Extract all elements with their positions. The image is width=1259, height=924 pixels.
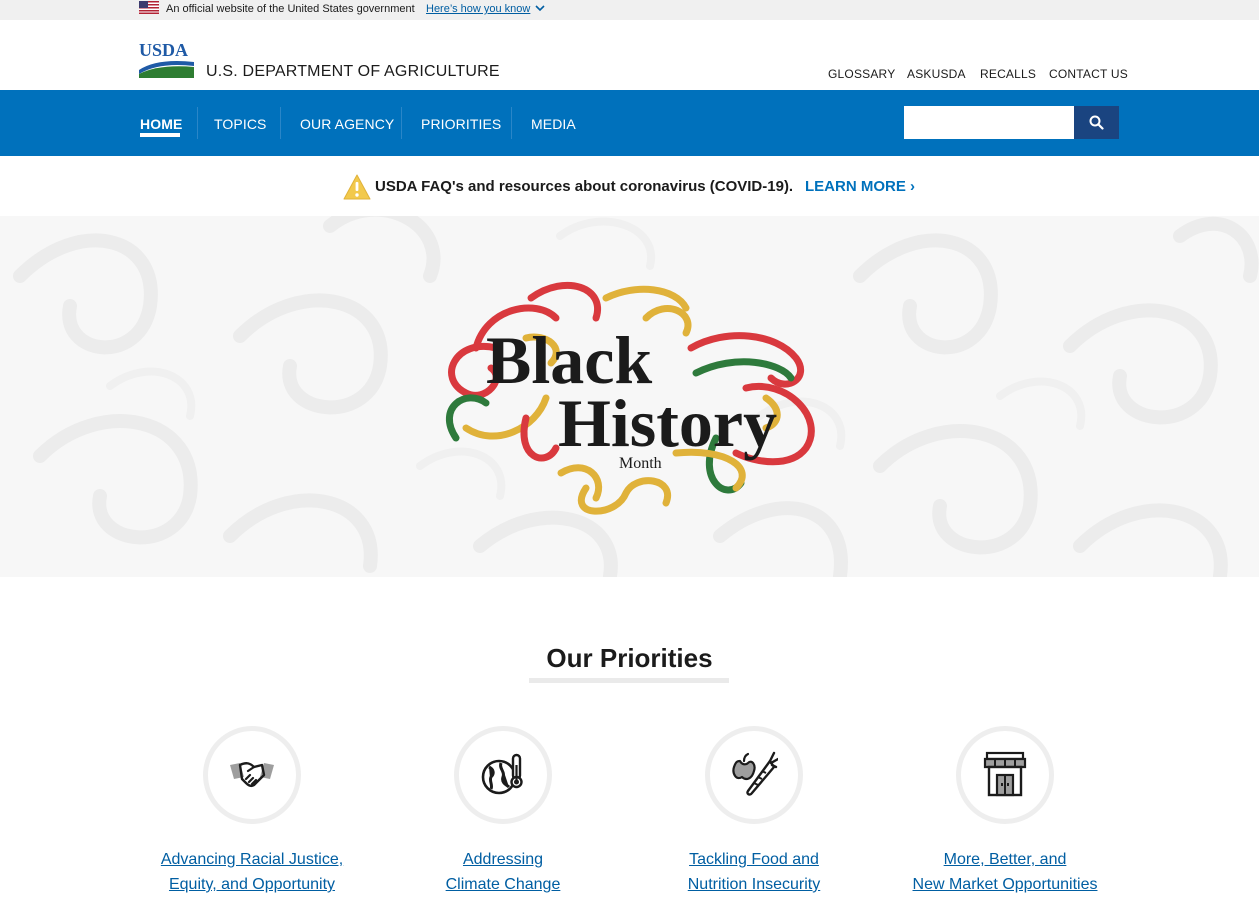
nav-topics[interactable]: TOPICS: [214, 116, 266, 132]
hero-banner[interactable]: Black History Month: [0, 216, 1259, 577]
site-header: USDA U.S. DEPARTMENT OF AGRICULTURE GLOS…: [0, 20, 1259, 90]
nav-divider: [280, 107, 281, 139]
nav-divider: [511, 107, 512, 139]
priority-icon-button[interactable]: [705, 726, 803, 824]
nav-divider: [401, 107, 402, 139]
heres-how-you-know-link[interactable]: Here’s how you know: [426, 3, 530, 15]
gov-banner: An official website of the United States…: [0, 0, 1259, 20]
chevron-down-icon[interactable]: [534, 2, 546, 14]
priority-card-food-nutrition: Tackling Food and Nutrition Insecurity: [629, 726, 879, 906]
priority-link-line: More, Better, and: [943, 851, 1067, 868]
black-history-month-logo: Black History Month: [446, 281, 815, 515]
usda-logo-text: USDA: [139, 40, 188, 60]
priority-link-line: Tackling Food and: [689, 851, 819, 868]
nav-our-agency[interactable]: OUR AGENCY: [300, 116, 394, 132]
us-flag-icon: [139, 1, 159, 14]
priority-link-climate[interactable]: Addressing Climate Change: [378, 847, 628, 897]
priority-link-food-nutrition[interactable]: Tackling Food and Nutrition Insecurity: [629, 847, 879, 897]
search-input[interactable]: [904, 106, 1074, 139]
globe-thermometer-icon: [481, 753, 523, 795]
nav-divider: [197, 107, 198, 139]
priorities-divider: [529, 678, 729, 683]
nav-home[interactable]: HOME: [140, 116, 182, 132]
search-icon: [1089, 115, 1104, 130]
contact-us-link[interactable]: CONTACT US: [1049, 67, 1128, 81]
utility-links: GLOSSARY ASKUSDA RECALLS CONTACT US: [0, 67, 1259, 81]
priorities-title: Our Priorities: [546, 643, 713, 673]
nav-media[interactable]: MEDIA: [531, 116, 576, 132]
bhm-history-text: History: [558, 385, 777, 461]
nav-priorities[interactable]: PRIORITIES: [421, 116, 501, 132]
learn-more-link[interactable]: LEARN MORE ›: [805, 178, 915, 195]
priority-link-line: Nutrition Insecurity: [687, 876, 821, 893]
priority-link-racial-justice[interactable]: Advancing Racial Justice, Equity, and Op…: [127, 847, 377, 897]
glossary-link[interactable]: GLOSSARY: [828, 67, 895, 81]
priority-link-line: New Market Opportunities: [912, 876, 1098, 893]
priority-link-line: Climate Change: [445, 876, 561, 893]
askusda-link[interactable]: ASKUSDA: [907, 67, 966, 81]
priority-icon-button[interactable]: [203, 726, 301, 824]
covid-alert: USDA FAQ's and resources about coronavir…: [0, 156, 1259, 216]
warning-icon: [343, 174, 371, 200]
priority-card-racial-justice: Advancing Racial Justice, Equity, and Op…: [127, 726, 377, 906]
storefront-icon: [983, 751, 1027, 797]
priority-link-market-opportunities[interactable]: More, Better, and New Market Opportuniti…: [880, 847, 1130, 897]
priority-link-line: Advancing Racial Justice,: [160, 851, 344, 868]
main-nav: HOME TOPICS OUR AGENCY PRIORITIES MEDIA: [0, 90, 1259, 156]
apple-carrot-icon: [732, 751, 778, 796]
alert-text: USDA FAQ's and resources about coronavir…: [375, 178, 794, 195]
priority-link-line: Addressing: [462, 851, 544, 868]
nav-active-indicator: [140, 133, 180, 137]
bhm-month-text: Month: [619, 455, 662, 472]
search-button[interactable]: [1074, 106, 1119, 139]
handshake-icon: [230, 762, 274, 788]
priority-card-market-opportunities: More, Better, and New Market Opportuniti…: [880, 726, 1130, 906]
priority-icon-button[interactable]: [454, 726, 552, 824]
gov-banner-text: An official website of the United States…: [166, 3, 415, 15]
priority-link-line: Equity, and Opportunity: [168, 876, 336, 893]
priority-icon-button[interactable]: [956, 726, 1054, 824]
priority-card-climate: Addressing Climate Change: [378, 726, 628, 906]
recalls-link[interactable]: RECALLS: [980, 67, 1036, 81]
